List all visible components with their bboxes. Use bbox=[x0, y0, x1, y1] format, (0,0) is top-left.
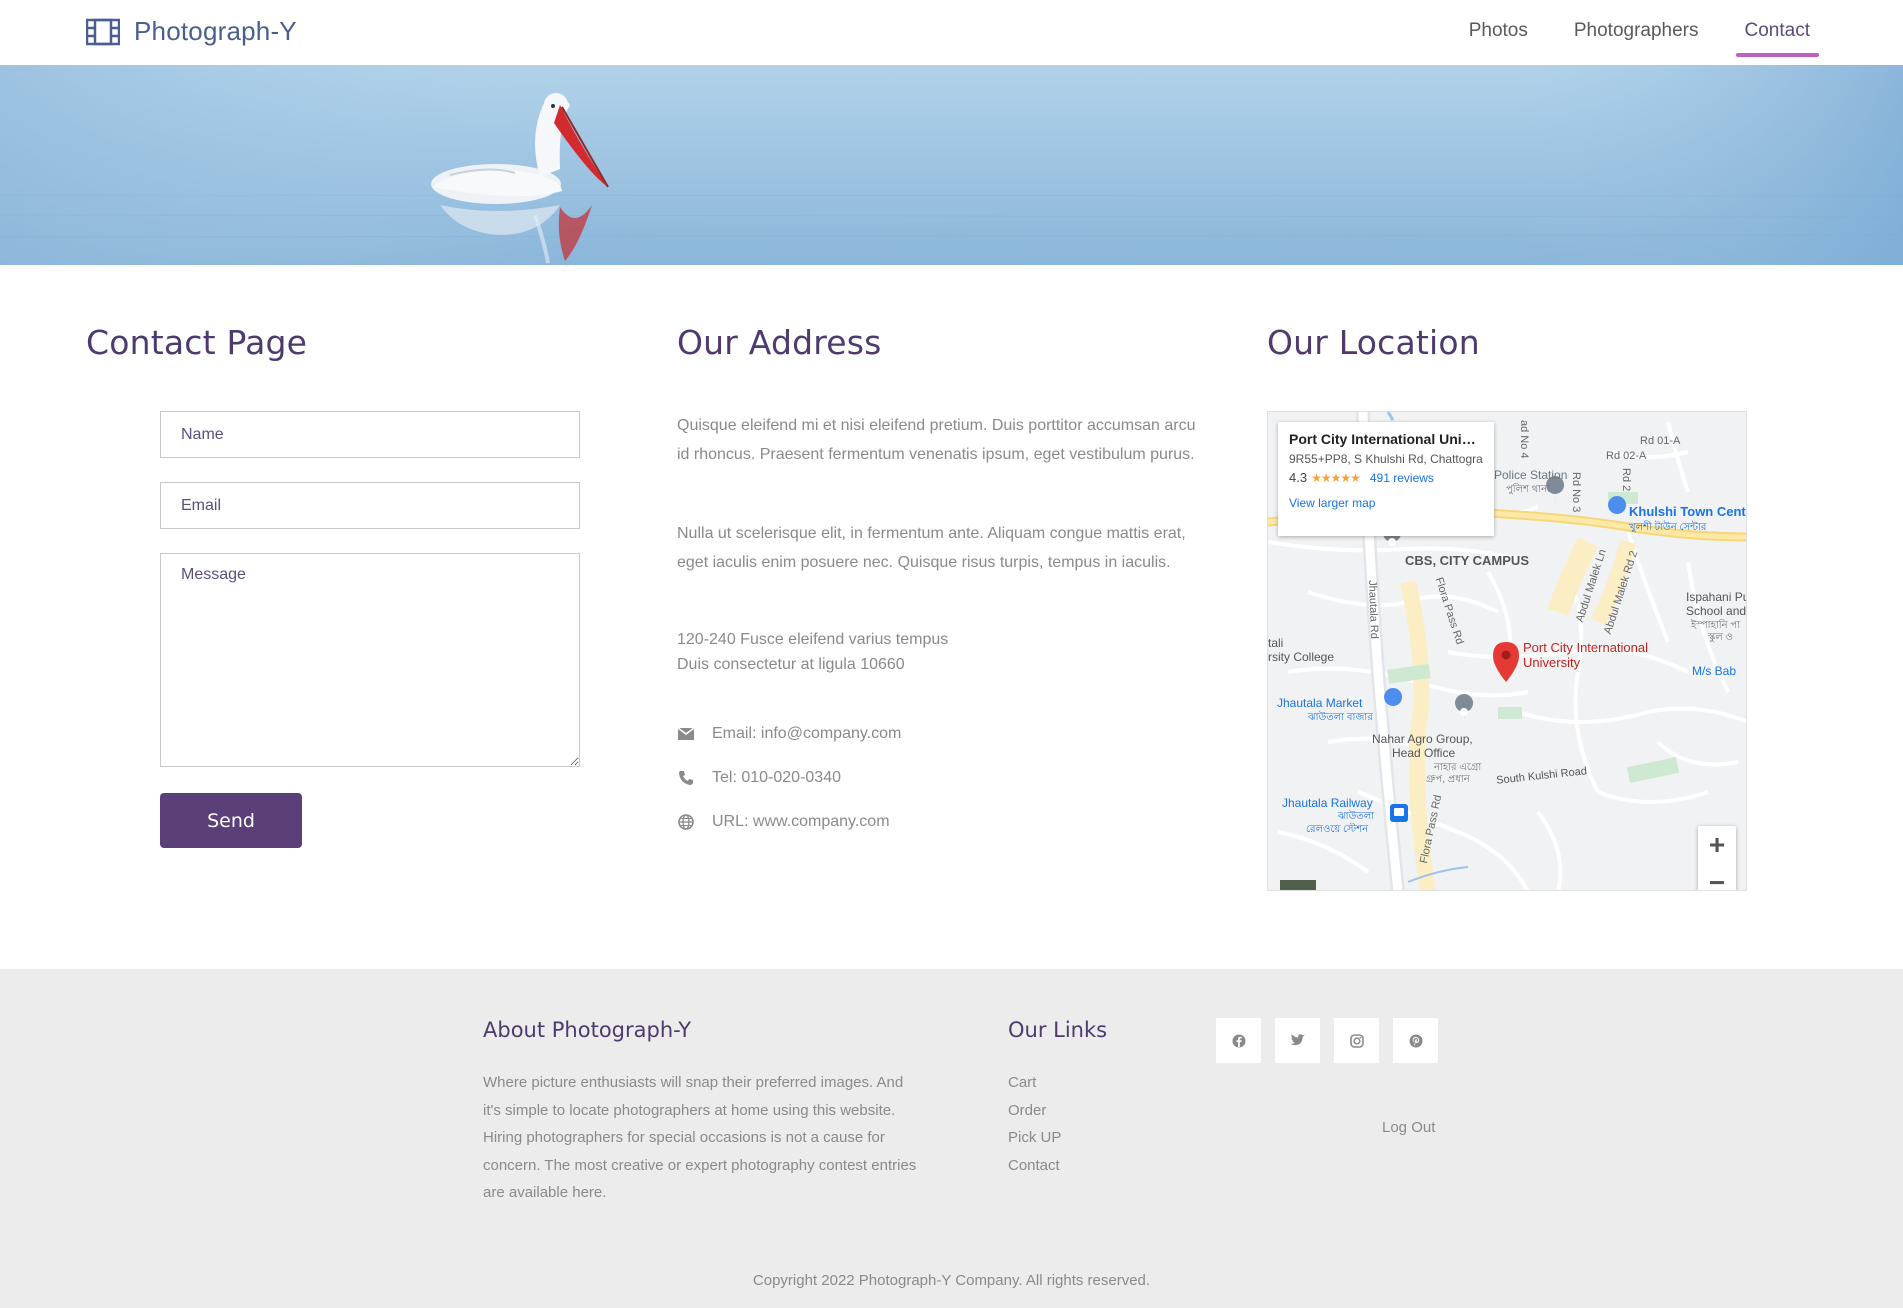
map-label-rd02a: Rd 02-A bbox=[1606, 450, 1647, 462]
map-label-khulshi-bn: খুলশী টাউন সেন্টার bbox=[1629, 522, 1707, 533]
pinterest-button[interactable] bbox=[1393, 1018, 1438, 1063]
location-title: Our Location bbox=[1267, 323, 1480, 362]
footer-links-title: Our Links bbox=[1008, 1018, 1108, 1042]
map-label-rd2: Rd 2 bbox=[1620, 468, 1632, 492]
map-label-railway: Jhautala Railway bbox=[1282, 796, 1373, 810]
map-label-jhautala-rd: Jhautala Rd bbox=[1366, 580, 1381, 640]
zoom-in-button[interactable]: + bbox=[1698, 826, 1736, 864]
address-title: Our Address bbox=[677, 323, 882, 362]
place-address: 9R55+PP8, S Khulshi Rd, Chattogram bbox=[1289, 452, 1483, 466]
map-label-nahar-bn-2: গ্রুপ, প্রধান bbox=[1426, 774, 1470, 785]
name-input[interactable] bbox=[160, 411, 580, 458]
map-label-ispahani-bn-2: স্কুল ও bbox=[1708, 632, 1733, 643]
pelican-image bbox=[0, 65, 1903, 265]
globe-icon bbox=[677, 813, 695, 831]
map-label-market: Jhautala Market bbox=[1277, 696, 1363, 710]
place-reviews-link[interactable]: 491 reviews bbox=[1370, 471, 1434, 485]
logout-link[interactable]: Log Out bbox=[1382, 1119, 1435, 1136]
email-row: Email: info@company.com bbox=[677, 725, 901, 743]
place-rating-row: 4.3 ★★★★★ 491 reviews bbox=[1289, 470, 1483, 485]
footer-about-title: About Photograph-Y bbox=[483, 1018, 692, 1042]
facebook-button[interactable] bbox=[1216, 1018, 1261, 1063]
map-label-college-1: tali bbox=[1268, 636, 1284, 650]
map-label-rd01a: Rd 01-A bbox=[1640, 435, 1681, 447]
nav-links: Photos Photographers Contact bbox=[1446, 0, 1833, 65]
url-text: URL: www.company.com bbox=[712, 813, 890, 830]
address-paragraph-1: Quisque eleifend mi et nisi eleifend pre… bbox=[677, 417, 1196, 463]
map-label-nahar-1: Nahar Agro Group, bbox=[1372, 732, 1473, 746]
map-label-college-2: rsity College bbox=[1268, 650, 1335, 664]
footer-link-order[interactable]: Order bbox=[1008, 1097, 1061, 1125]
map-label-railway-bn-2: রেলওয়ে স্টেশন bbox=[1306, 824, 1369, 835]
facebook-icon bbox=[1232, 1034, 1245, 1047]
street-address: 120-240 Fusce eleifend varius tempus Dui… bbox=[677, 627, 948, 677]
map-label-ispahani-2: School and Col bbox=[1686, 604, 1747, 618]
brand[interactable]: Photograph-Y bbox=[86, 16, 297, 47]
map-label-cbs: CBS, CITY CAMPUS bbox=[1405, 553, 1529, 568]
place-rating: 4.3 bbox=[1289, 470, 1308, 485]
zoom-out-button[interactable]: − bbox=[1698, 864, 1736, 890]
twitter-button[interactable] bbox=[1275, 1018, 1320, 1063]
address-line-1: 120-240 Fusce eleifend varius tempus bbox=[677, 631, 949, 648]
nav-link-contact[interactable]: Contact bbox=[1722, 0, 1833, 57]
contact-title: Contact Page bbox=[86, 323, 308, 362]
footer-link-contact[interactable]: Contact bbox=[1008, 1152, 1061, 1180]
address-paragraph-2: Nulla ut scelerisque elit, in fermentum … bbox=[677, 525, 1186, 571]
footer-link-pickup[interactable]: Pick UP bbox=[1008, 1124, 1061, 1152]
phone-icon bbox=[677, 769, 695, 787]
map-label-police-bn: পুলিশ থানা bbox=[1506, 484, 1551, 495]
navbar: Photograph-Y Photos Photographers Contac… bbox=[0, 0, 1903, 65]
tel-text: Tel: 010-020-0340 bbox=[712, 769, 841, 786]
zoom-control: + − bbox=[1698, 826, 1736, 890]
instagram-button[interactable] bbox=[1334, 1018, 1379, 1063]
tel-row: Tel: 010-020-0340 bbox=[677, 769, 841, 787]
map-label-nahar-2: Head Office bbox=[1392, 746, 1456, 760]
view-larger-map-link[interactable]: View larger map bbox=[1289, 496, 1483, 510]
send-button[interactable]: Send bbox=[160, 793, 302, 848]
footer-links: Cart Order Pick UP Contact bbox=[1008, 1069, 1061, 1179]
map-label-port-1: Port City International bbox=[1523, 640, 1649, 655]
map-embed[interactable]: Police Station পুলিশ থানা Rd 01-A Rd 02-… bbox=[1267, 411, 1747, 891]
star-rating-icon: ★★★★★ bbox=[1311, 470, 1361, 485]
brand-name: Photograph-Y bbox=[134, 16, 297, 46]
map-label-port-2: University bbox=[1523, 655, 1581, 670]
place-card: Port City International Univers... 9R55+… bbox=[1278, 422, 1494, 536]
instagram-icon bbox=[1349, 1033, 1364, 1048]
url-row: URL: www.company.com bbox=[677, 813, 890, 831]
map-label-police: Police Station bbox=[1494, 468, 1568, 482]
map-label-khulshi: Khulshi Town Cent bbox=[1629, 504, 1746, 519]
map-label-market-bn: ঝাউতলা বাজার bbox=[1308, 712, 1373, 723]
footer-link-cart[interactable]: Cart bbox=[1008, 1069, 1061, 1097]
map-label-msbab: M/s Bab bbox=[1692, 664, 1737, 678]
email-text: Email: info@company.com bbox=[712, 725, 902, 742]
email-input[interactable] bbox=[160, 482, 580, 529]
map-label-rd-no3: Rd No 3 bbox=[1570, 472, 1582, 513]
pinterest-icon bbox=[1409, 1034, 1422, 1047]
map-label-ispahani-1: Ispahani Pu bbox=[1686, 590, 1747, 604]
nav-link-photos[interactable]: Photos bbox=[1446, 0, 1551, 57]
place-title: Port City International Univers... bbox=[1289, 431, 1483, 447]
message-textarea[interactable] bbox=[160, 553, 580, 767]
envelope-icon bbox=[677, 725, 695, 743]
address-line-2: Duis consectetur at ligula 10660 bbox=[677, 656, 905, 673]
twitter-icon bbox=[1290, 1034, 1305, 1046]
footer: About Photograph-Y Where picture enthusi… bbox=[0, 969, 1903, 1308]
film-icon bbox=[86, 18, 120, 45]
nav-link-photographers[interactable]: Photographers bbox=[1551, 0, 1722, 57]
copyright: Copyright 2022 Photograph-Y Company. All… bbox=[752, 1272, 1151, 1289]
hero-banner bbox=[0, 65, 1903, 265]
map-label-rd-no4: ad No 4 bbox=[1518, 420, 1530, 459]
footer-about-text: Where picture enthusiasts will snap thei… bbox=[483, 1074, 917, 1201]
